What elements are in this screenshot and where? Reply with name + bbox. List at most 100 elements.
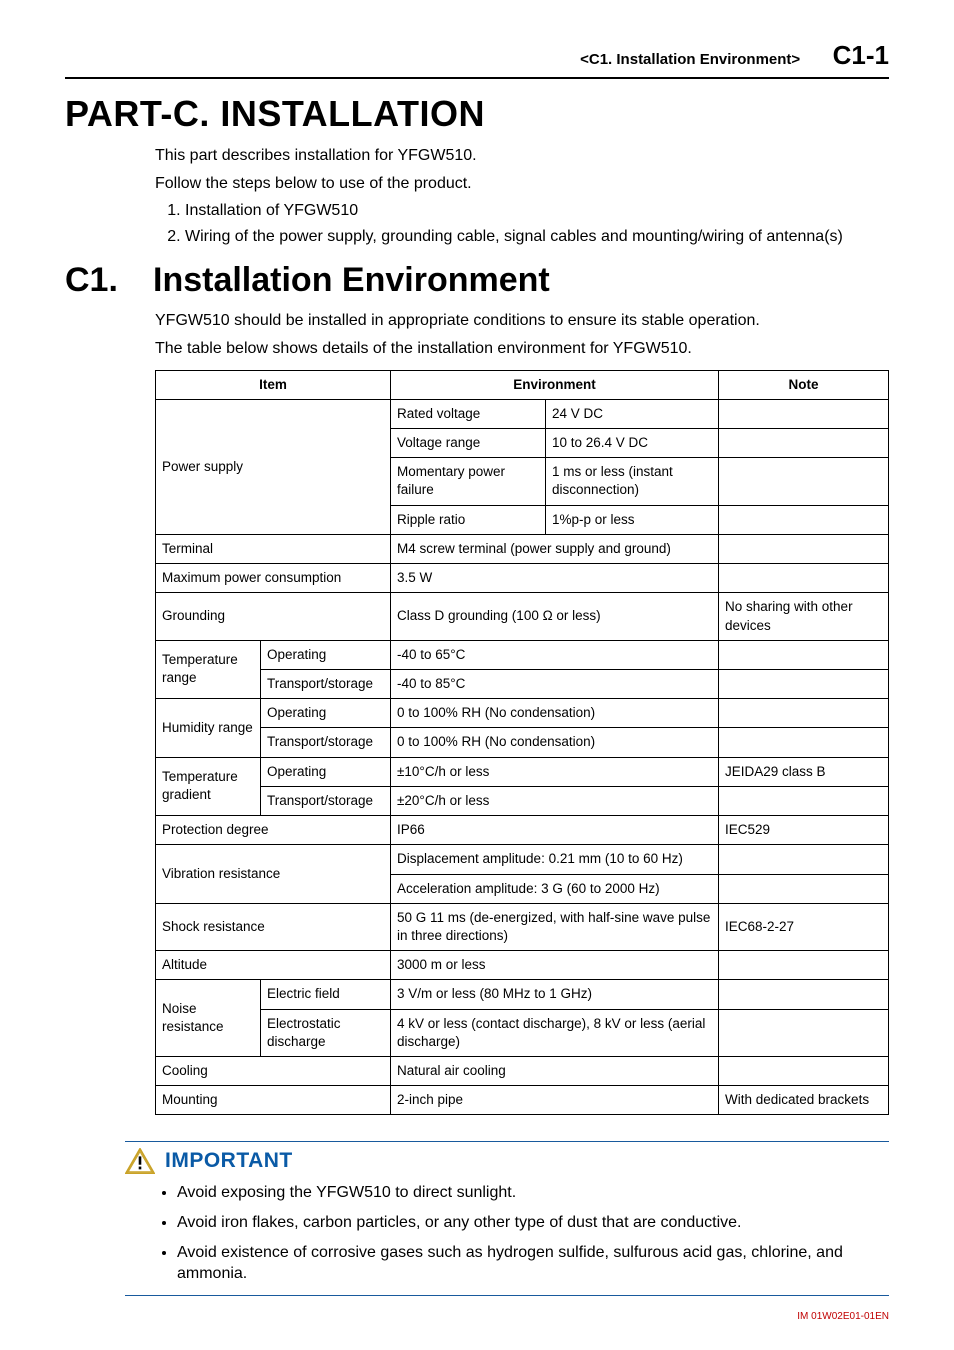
important-item-2: Avoid iron flakes, carbon particles, or … <box>177 1212 889 1234</box>
cell-noise-ef-k: Electric field <box>261 980 391 1009</box>
header-page-number: C1-1 <box>833 40 889 70</box>
cell-temp-label: Temperature range <box>156 640 261 698</box>
cell-hum-ts-k: Transport/storage <box>261 728 391 757</box>
table-header-row: Item Environment Note <box>156 370 889 399</box>
table-row: Transport/storage -40 to 85°C <box>156 669 889 698</box>
cell-note <box>719 1057 889 1086</box>
cell-note <box>719 786 889 815</box>
cell-ground-k: Grounding <box>156 593 391 640</box>
cell-alt-k: Altitude <box>156 951 391 980</box>
cell-temp-op-v: -40 to 65°C <box>391 640 719 669</box>
cell-note <box>719 458 889 505</box>
cell-tgrad-ts-v: ±20°C/h or less <box>391 786 719 815</box>
cell-tgrad-ts-k: Transport/storage <box>261 786 391 815</box>
cell-note <box>719 429 889 458</box>
cell-note <box>719 640 889 669</box>
footer-doc-id: IM 01W02E01-01EN <box>797 1311 889 1322</box>
table-row: Cooling Natural air cooling <box>156 1057 889 1086</box>
cell-momentary-v: 1 ms or less (instant disconnection) <box>546 458 719 505</box>
part-intro-1: This part describes installation for YFG… <box>155 145 889 167</box>
important-callout: IMPORTANT Avoid exposing the YFGW510 to … <box>125 1141 889 1295</box>
cell-voltage-range-k: Voltage range <box>391 429 546 458</box>
table-row: Grounding Class D grounding (100 Ω or le… <box>156 593 889 640</box>
cell-vib-k: Vibration resistance <box>156 845 391 903</box>
th-item: Item <box>156 370 391 399</box>
cell-note <box>719 534 889 563</box>
cell-hum-label: Humidity range <box>156 699 261 757</box>
table-row: Noise resistance Electric field 3 V/m or… <box>156 980 889 1009</box>
cell-shock-note: IEC68-2-27 <box>719 903 889 950</box>
cell-tgrad-label: Temperature gradient <box>156 757 261 815</box>
cell-alt-v: 3000 m or less <box>391 951 719 980</box>
section-number: C1. <box>65 261 153 300</box>
cell-hum-op-k: Operating <box>261 699 391 728</box>
cell-note <box>719 399 889 428</box>
cell-note <box>719 951 889 980</box>
cell-mount-note: With dedicated brackets <box>719 1086 889 1115</box>
cell-note <box>719 1009 889 1056</box>
part-step-2: Wiring of the power supply, grounding ca… <box>185 226 889 248</box>
cell-prot-note: IEC529 <box>719 816 889 845</box>
table-row: Transport/storage 0 to 100% RH (No conde… <box>156 728 889 757</box>
table-row: Power supply Rated voltage 24 V DC <box>156 399 889 428</box>
cell-ground-note: No sharing with other devices <box>719 593 889 640</box>
cell-note <box>719 728 889 757</box>
warning-triangle-icon <box>125 1148 155 1174</box>
cell-hum-op-v: 0 to 100% RH (No condensation) <box>391 699 719 728</box>
cell-cool-v: Natural air cooling <box>391 1057 719 1086</box>
cell-maxpc-k: Maximum power consumption <box>156 564 391 593</box>
cell-noise-label: Noise resistance <box>156 980 261 1057</box>
environment-table: Item Environment Note Power supply Rated… <box>155 370 889 1116</box>
page-header: <C1. Installation Environment> C1-1 <box>65 40 889 79</box>
cell-voltage-range-v: 10 to 26.4 V DC <box>546 429 719 458</box>
table-row: Altitude 3000 m or less <box>156 951 889 980</box>
part-step-1: Installation of YFGW510 <box>185 200 889 222</box>
table-row: Electrostatic discharge 4 kV or less (co… <box>156 1009 889 1056</box>
header-chapter-ref: <C1. Installation Environment> <box>580 51 800 68</box>
table-row: Protection degree IP66 IEC529 <box>156 816 889 845</box>
important-rule-bottom <box>125 1295 889 1296</box>
cell-mount-v: 2-inch pipe <box>391 1086 719 1115</box>
cell-vib-v1: Displacement amplitude: 0.21 mm (10 to 6… <box>391 845 719 874</box>
cell-noise-esd-k: Electrostatic discharge <box>261 1009 391 1056</box>
cell-note <box>719 980 889 1009</box>
important-item-1: Avoid exposing the YFGW510 to direct sun… <box>177 1182 889 1204</box>
cell-shock-v: 50 G 11 ms (de-energized, with half-sine… <box>391 903 719 950</box>
cell-rated-voltage-v: 24 V DC <box>546 399 719 428</box>
cell-terminal-v: M4 screw terminal (power supply and grou… <box>391 534 719 563</box>
cell-hum-ts-v: 0 to 100% RH (No condensation) <box>391 728 719 757</box>
table-row: Mounting 2-inch pipe With dedicated brac… <box>156 1086 889 1115</box>
section-p2: The table below shows details of the ins… <box>155 338 889 360</box>
section-heading: C1.Installation Environment <box>65 261 889 300</box>
cell-note <box>719 845 889 874</box>
important-rule-top <box>125 1141 889 1142</box>
section-p1: YFGW510 should be installed in appropria… <box>155 310 889 332</box>
part-title: PART-C. INSTALLATION <box>65 93 889 135</box>
table-row: Terminal M4 screw terminal (power supply… <box>156 534 889 563</box>
cell-rated-voltage-k: Rated voltage <box>391 399 546 428</box>
cell-note <box>719 505 889 534</box>
cell-note <box>719 564 889 593</box>
cell-tgrad-op-note: JEIDA29 class B <box>719 757 889 786</box>
cell-mount-k: Mounting <box>156 1086 391 1115</box>
section-title: Installation Environment <box>153 261 550 299</box>
cell-cool-k: Cooling <box>156 1057 391 1086</box>
cell-temp-ts-v: -40 to 85°C <box>391 669 719 698</box>
cell-note <box>719 699 889 728</box>
table-row: Maximum power consumption 3.5 W <box>156 564 889 593</box>
table-row: Vibration resistance Displacement amplit… <box>156 845 889 874</box>
part-steps-list: Installation of YFGW510 Wiring of the po… <box>155 200 889 247</box>
cell-momentary-k: Momentary power failure <box>391 458 546 505</box>
important-label: IMPORTANT <box>165 1149 293 1173</box>
th-note: Note <box>719 370 889 399</box>
cell-prot-k: Protection degree <box>156 816 391 845</box>
cell-maxpc-v: 3.5 W <box>391 564 719 593</box>
cell-ripple-v: 1%p-p or less <box>546 505 719 534</box>
table-row: Shock resistance 50 G 11 ms (de-energize… <box>156 903 889 950</box>
cell-tgrad-op-k: Operating <box>261 757 391 786</box>
cell-shock-k: Shock resistance <box>156 903 391 950</box>
table-row: Temperature gradient Operating ±10°C/h o… <box>156 757 889 786</box>
part-intro-2: Follow the steps below to use of the pro… <box>155 173 889 195</box>
th-environment: Environment <box>391 370 719 399</box>
cell-power-label: Power supply <box>156 399 391 534</box>
